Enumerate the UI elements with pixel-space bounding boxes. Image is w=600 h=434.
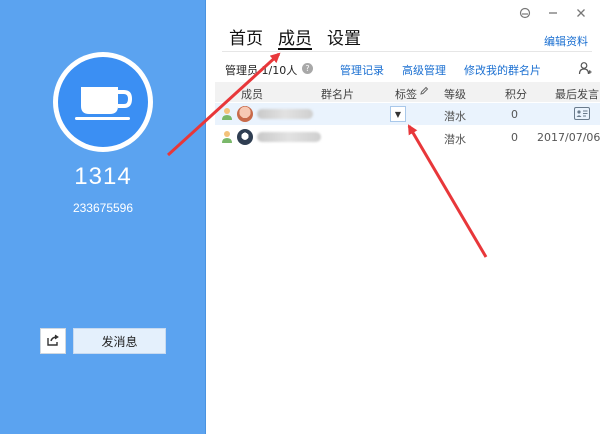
admin-count-label: 管理员 1/10人 bbox=[225, 62, 297, 78]
group-profile-panel: 1314 233675596 发消息 bbox=[0, 0, 206, 434]
add-member-icon[interactable] bbox=[578, 61, 592, 75]
col-level[interactable]: 等级 bbox=[444, 86, 466, 102]
tab-bar: 首页 成员 设置 bbox=[229, 24, 361, 50]
tag-dropdown[interactable]: ▼ bbox=[390, 106, 406, 122]
share-icon bbox=[46, 332, 60, 351]
member-points: 0 bbox=[511, 108, 518, 121]
table-header: 成员 群名片 标签 等级 积分 最后发言 bbox=[215, 82, 600, 102]
member-name-blurred bbox=[257, 109, 313, 119]
col-member[interactable]: 成员 bbox=[241, 86, 263, 102]
admin-label: 管理员 bbox=[225, 64, 258, 77]
tab-settings[interactable]: 设置 bbox=[327, 24, 361, 50]
divider bbox=[222, 51, 592, 52]
avatar[interactable] bbox=[237, 129, 253, 145]
member-status-icon bbox=[221, 130, 233, 144]
group-avatar[interactable] bbox=[53, 52, 153, 152]
advanced-manage-link[interactable]: 高级管理 bbox=[402, 62, 446, 78]
member-name-blurred bbox=[257, 132, 321, 142]
profile-card-icon[interactable] bbox=[574, 107, 590, 120]
member-count: 1/10人 bbox=[261, 64, 298, 77]
table-row[interactable]: ▼ 潜水 0 bbox=[215, 103, 600, 125]
member-last-speak: 2017/07/06 bbox=[537, 131, 600, 144]
member-points: 0 bbox=[511, 131, 518, 144]
table-row[interactable]: 潜水 0 2017/07/06 bbox=[215, 126, 600, 148]
tab-members[interactable]: 成员 bbox=[278, 24, 312, 50]
member-status-icon bbox=[221, 107, 233, 121]
avatar[interactable] bbox=[237, 106, 253, 122]
window-controls bbox=[518, 6, 588, 20]
col-tag[interactable]: 标签 bbox=[395, 86, 417, 102]
edit-card-link[interactable]: 修改我的群名片 bbox=[464, 62, 541, 78]
send-message-button[interactable]: 发消息 bbox=[73, 328, 166, 354]
col-points[interactable]: 积分 bbox=[505, 86, 527, 102]
help-icon[interactable]: ? bbox=[302, 63, 313, 74]
member-level: 潜水 bbox=[444, 110, 466, 123]
edit-profile-link[interactable]: 编辑资料 bbox=[544, 33, 588, 49]
edit-tag-icon[interactable] bbox=[419, 86, 429, 99]
tab-home[interactable]: 首页 bbox=[229, 24, 263, 50]
skin-icon[interactable] bbox=[518, 6, 532, 20]
group-id: 233675596 bbox=[72, 201, 134, 215]
share-button[interactable] bbox=[40, 328, 66, 354]
coffee-cup-icon bbox=[58, 57, 148, 147]
close-icon[interactable] bbox=[574, 6, 588, 20]
group-detail-panel: 首页 成员 设置 编辑资料 管理员 1/10人 ? 管理记录 高级管理 修改我的… bbox=[207, 0, 600, 434]
member-level: 潜水 bbox=[444, 133, 466, 146]
member-toolbar: 管理员 1/10人 ? 管理记录 高级管理 修改我的群名片 bbox=[225, 62, 592, 78]
col-last-speak[interactable]: 最后发言 bbox=[555, 86, 599, 102]
group-name: 1314 bbox=[74, 163, 132, 190]
minimize-icon[interactable] bbox=[546, 6, 560, 20]
manage-log-link[interactable]: 管理记录 bbox=[340, 62, 384, 78]
col-card[interactable]: 群名片 bbox=[321, 86, 354, 102]
